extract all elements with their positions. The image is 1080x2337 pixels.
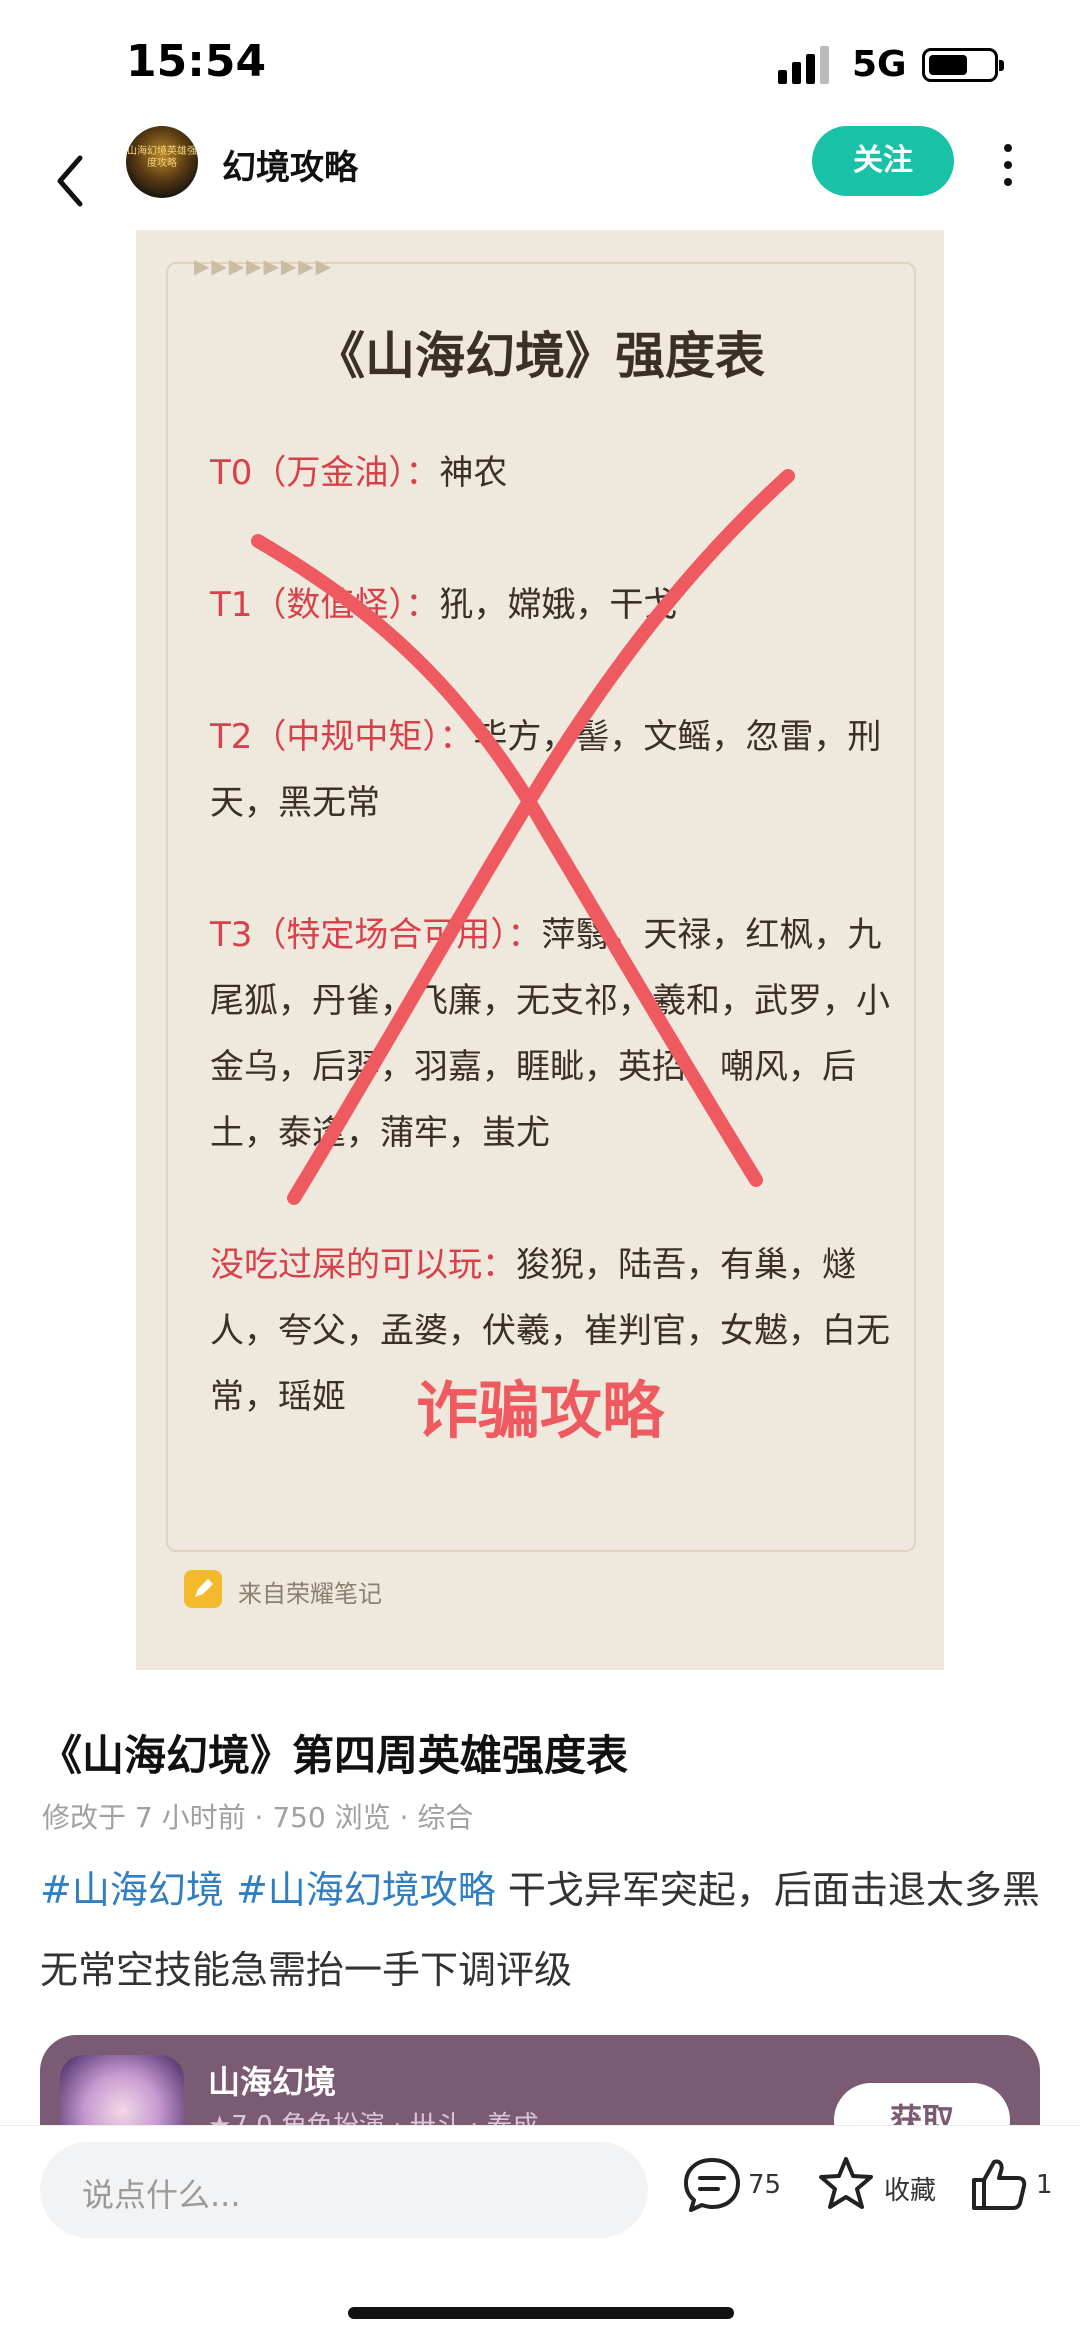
back-button[interactable] xyxy=(48,136,98,226)
post-title: 《山海幻境》第四周英雄强度表 xyxy=(40,1731,629,1780)
source-label: 来自荣耀笔记 xyxy=(238,1580,382,1608)
comment-input[interactable]: 说点什么... xyxy=(40,2142,648,2238)
tier-label: 没吃过屎的可以玩： xyxy=(210,1245,516,1285)
tier-t2: T2（中规中矩）：毕方，髻，文鳐，忽雷，刑天，黑无常 xyxy=(210,704,890,836)
tier-t1: T1（数值怪）：犼，嫦娥，干戈 xyxy=(210,572,890,638)
more-options-button[interactable] xyxy=(990,140,1026,190)
like-button[interactable]: 1 xyxy=(966,2152,1053,2222)
tier-label: T0（万金油）： xyxy=(210,453,440,493)
comment-count: 75 xyxy=(748,2170,782,2200)
status-time: 15:54 xyxy=(126,36,267,87)
tier-label: T3（特定场合可用）： xyxy=(210,915,542,955)
follow-button[interactable]: 关注 xyxy=(812,126,954,196)
comment-button[interactable]: 75 xyxy=(680,2152,790,2222)
home-indicator[interactable] xyxy=(348,2307,734,2319)
tier-t0: T0（万金油）：神农 xyxy=(210,440,890,506)
network-label: 5G xyxy=(852,44,907,85)
hashtag-link[interactable]: #山海幻境 xyxy=(40,1868,224,1912)
author-name[interactable]: 幻境攻略 xyxy=(222,140,358,189)
card-title: 《山海幻境》强度表 xyxy=(315,327,765,385)
back-arrow-icon xyxy=(57,155,83,207)
hashtag-link[interactable]: #山海幻境攻略 xyxy=(236,1868,496,1912)
post-body: #山海幻境 #山海幻境攻略 干戈异军突起，后面击退太多黑无常空技能急需抬一手下调… xyxy=(40,1850,1040,2010)
comment-icon xyxy=(684,2158,740,2212)
scam-overlay-text: 诈骗攻略 xyxy=(415,1374,664,1447)
tier-heroes: 神农 xyxy=(439,453,508,493)
signal-icon xyxy=(778,44,834,84)
tier-label: T2（中规中矩）： xyxy=(210,717,474,757)
post-image-card[interactable]: ▶▶▶▶▶▶▶▶ 《山海幻境》强度表 T0（万金油）：神农 T1（数值怪）：犼，… xyxy=(136,230,944,1670)
game-name: 山海幻境 xyxy=(208,2063,337,2101)
post-meta: 修改于 7 小时前 · 750 浏览 · 综合 xyxy=(42,1801,474,1834)
thumbs-up-icon xyxy=(972,2159,1027,2210)
comment-placeholder: 说点什么... xyxy=(82,2176,241,2214)
tier-label: T1（数值怪）： xyxy=(210,585,440,625)
tier-t3: T3（特定场合可用）：萍翳，天禄，红枫，九尾狐，丹雀，飞廉，无支祁，羲和，武罗，… xyxy=(210,902,890,1166)
favorite-button[interactable]: 收藏 xyxy=(814,2152,944,2222)
author-avatar[interactable]: 山海幻境英雄强度攻略 xyxy=(126,126,198,198)
like-count: 1 xyxy=(1036,2170,1053,2200)
tier-heroes: 犼，嫦娥，干戈 xyxy=(439,585,678,625)
bottom-action-bar: 说点什么... 75 收藏 1 xyxy=(0,2125,1080,2337)
avatar-text: 山海幻境英雄强度攻略 xyxy=(127,146,197,169)
favorite-label: 收藏 xyxy=(884,2176,937,2206)
arrow-decoration: ▶▶▶▶▶▶▶▶ xyxy=(194,254,334,278)
status-bar: 15:54 5G xyxy=(0,0,1080,130)
battery-icon xyxy=(922,48,1004,82)
notes-app-icon xyxy=(184,1570,222,1608)
star-icon xyxy=(819,2157,873,2209)
post-header: 山海幻境英雄强度攻略 幻境攻略 关注 xyxy=(0,120,1080,240)
